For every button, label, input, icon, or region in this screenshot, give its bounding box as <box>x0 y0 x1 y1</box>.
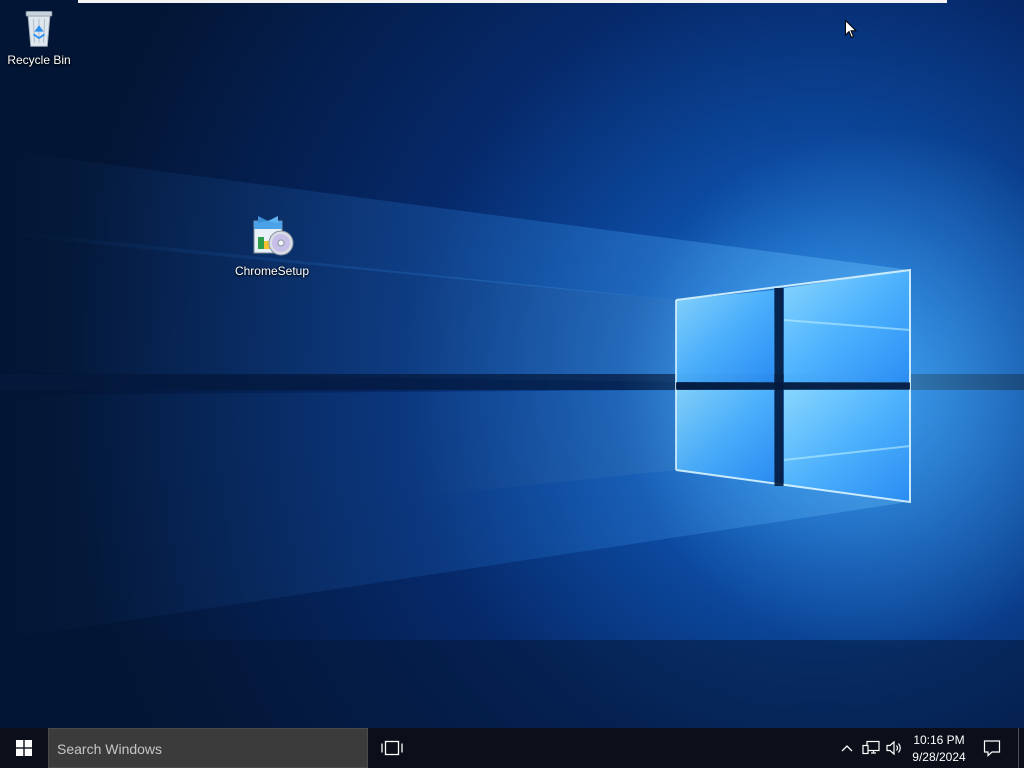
windows-logo-icon <box>16 740 32 756</box>
network-icon <box>862 740 880 755</box>
taskbar: Search Windows 10:16 PM 9/28/2024 <box>0 728 1024 768</box>
search-placeholder: Search Windows <box>57 741 163 757</box>
desktop[interactable]: Recycle Bin ChromeSetup <box>0 0 1024 728</box>
desktop-icon-label: ChromeSetup <box>234 264 310 278</box>
start-button[interactable] <box>0 728 48 768</box>
clock-date: 9/28/2024 <box>912 750 966 764</box>
installer-disc-icon <box>253 216 294 256</box>
volume-icon <box>886 740 901 756</box>
top-window-edge <box>78 0 947 3</box>
desktop-icon-recycle-bin[interactable]: Recycle Bin <box>1 6 77 67</box>
clock-time: 10:16 PM <box>913 733 965 747</box>
desktop-wallpaper <box>0 0 1024 728</box>
recycle-bin-icon <box>25 11 53 47</box>
task-view-icon <box>381 740 403 756</box>
chevron-up-icon <box>841 745 853 752</box>
show-hidden-icons-button[interactable] <box>838 728 856 768</box>
show-desktop-button[interactable] <box>1018 728 1024 768</box>
desktop-icon-label: Recycle Bin <box>7 53 71 67</box>
notification-icon <box>983 740 1001 757</box>
network-button[interactable] <box>860 728 882 768</box>
task-view-button[interactable] <box>372 728 412 768</box>
mouse-pointer-icon <box>845 20 857 39</box>
search-input[interactable]: Search Windows <box>48 728 368 768</box>
action-center-button[interactable] <box>978 728 1006 768</box>
volume-button[interactable] <box>884 728 906 768</box>
clock[interactable]: 10:16 PM 9/28/2024 <box>908 728 970 768</box>
desktop-icon-chromesetup[interactable]: ChromeSetup <box>234 213 310 278</box>
